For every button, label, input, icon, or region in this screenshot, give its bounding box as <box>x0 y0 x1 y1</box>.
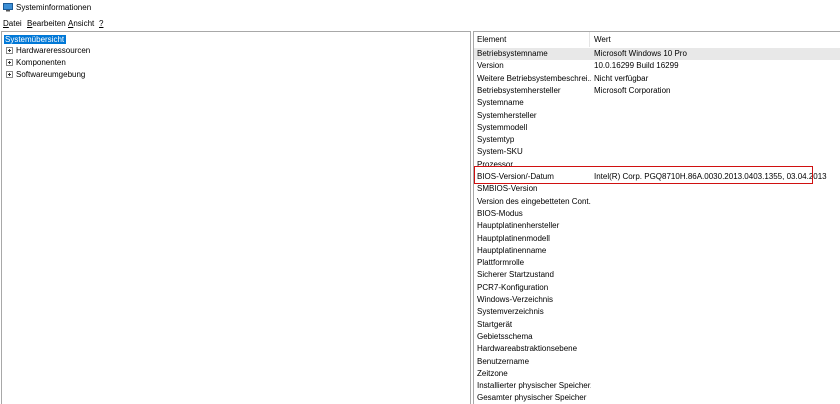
menu-ansicht[interactable]: Ansicht <box>68 19 94 29</box>
row-element: Installierter physischer Speicher... <box>477 381 591 391</box>
row-element: Hauptplatinenname <box>477 245 547 255</box>
row-element: Systemverzeichnis <box>477 307 544 317</box>
row-element: Betriebsystemname <box>477 49 548 58</box>
table-row[interactable]: Version des eingebetteten Cont... <box>474 196 840 208</box>
system-information-icon <box>3 3 13 12</box>
row-element: Version des eingebetteten Cont... <box>477 196 591 206</box>
table-row[interactable]: Weitere Betriebsystembeschrei... Nicht ve… <box>474 73 840 85</box>
title-bar: Systeminformationen <box>0 0 840 17</box>
row-element: Windows-Verzeichnis <box>477 295 554 304</box>
tree-item-komponenten[interactable]: Komponenten <box>6 57 66 68</box>
row-element: Systemtyp <box>477 135 515 145</box>
menu-bearbeiten[interactable]: Bearbeiten <box>27 19 66 29</box>
table-row[interactable]: Betriebsystemhersteller Microsoft Corpora… <box>474 85 840 97</box>
table-row[interactable]: Benutzername <box>474 356 840 368</box>
tree-item-label: Komponenten <box>16 58 66 67</box>
row-value: Nicht verfügbar <box>594 73 649 83</box>
row-element: Hauptplatinenmodell <box>477 233 550 243</box>
row-value: Microsoft Corporation <box>594 85 671 95</box>
table-row[interactable]: Hauptplatinenhersteller <box>474 220 840 232</box>
row-element: Version <box>477 61 504 71</box>
expand-icon[interactable] <box>6 47 13 54</box>
row-element: Sicherer Startzustand <box>477 270 554 280</box>
row-element: Systemname <box>477 98 524 108</box>
tree-item-systemuebersicht[interactable]: Systemübersicht <box>4 34 67 45</box>
row-element: Systemmodell <box>477 122 528 132</box>
table-row[interactable]: Hardwareabstraktionsebene <box>474 343 840 355</box>
row-value: 10.0.16299 Build 16299 <box>594 61 679 71</box>
table-row[interactable]: Hauptplatinenname <box>474 245 840 257</box>
table-row[interactable]: Version 10.0.16299 Build 16299 <box>474 60 840 72</box>
row-element: BIOS-Modus <box>477 208 523 218</box>
row-element: Systemhersteller <box>477 110 537 120</box>
table-row[interactable]: Installierter physischer Speicher... <box>474 380 840 392</box>
row-element: Weitere Betriebsystembeschrei... <box>477 73 591 83</box>
row-value: Microsoft Windows 10 Pro <box>594 49 687 58</box>
column-header-wert[interactable]: Wert <box>594 35 611 45</box>
tree-item-hardwareressourcen[interactable]: Hardwareressourcen <box>6 45 90 56</box>
table-row[interactable]: Gebietsschema <box>474 331 840 343</box>
row-element: Gebietsschema <box>477 331 533 341</box>
window-title: Systeminformationen <box>16 3 92 12</box>
table-row[interactable]: Plattformrolle <box>474 257 840 269</box>
table-row[interactable]: Hauptplatinenmodell <box>474 233 840 245</box>
tree-item-label: Softwareumgebung <box>16 70 86 79</box>
table-row[interactable]: Systemverzeichnis <box>474 306 840 318</box>
table-row[interactable]: Sicherer Startzustand <box>474 269 840 281</box>
table-row[interactable]: Gesamter physischer Speicher <box>474 392 840 404</box>
table-row[interactable]: Betriebsystemname Microsoft Windows 10 Pr… <box>474 48 840 60</box>
table-row[interactable]: System-SKU <box>474 146 840 158</box>
tree-item-softwareumgebung[interactable]: Softwareumgebung <box>6 69 85 80</box>
table-row[interactable]: Startgerät <box>474 319 840 331</box>
row-element: SMBIOS-Version <box>477 184 538 194</box>
column-divider[interactable] <box>589 32 590 47</box>
row-element: Hardwareabstraktionsebene <box>477 344 578 354</box>
row-element: Hauptplatinenhersteller <box>477 221 560 231</box>
table-row[interactable]: Systemmodell <box>474 122 840 134</box>
table-row[interactable]: Systemname <box>474 97 840 109</box>
tree-item-label: Hardwareressourcen <box>16 46 91 55</box>
category-tree[interactable]: Systemübersicht Hardwareressourcen Kompo… <box>1 31 471 404</box>
table-row[interactable]: Systemtyp <box>474 134 840 146</box>
table-row[interactable]: BIOS-Modus <box>474 208 840 220</box>
tree-item-label: Systemübersicht <box>4 35 67 44</box>
menu-help[interactable]: ? <box>99 19 103 29</box>
row-element: Benutzername <box>477 356 530 366</box>
row-element: Startgerät <box>477 319 513 329</box>
table-row[interactable]: Zeitzone <box>474 368 840 380</box>
menu-datei[interactable]: Datei <box>3 19 22 29</box>
column-header-element[interactable]: Element <box>477 35 506 45</box>
expand-icon[interactable] <box>6 59 13 66</box>
expand-icon[interactable] <box>6 71 13 78</box>
details-list[interactable]: Element Wert Betriebsystemname Microsoft … <box>473 31 840 404</box>
row-element: Gesamter physischer Speicher <box>477 393 587 403</box>
row-element: Betriebsystemhersteller <box>477 85 561 95</box>
row-element: System-SKU <box>477 147 523 157</box>
row-element: PCR7-Konfiguration <box>477 282 549 292</box>
row-element: Plattformrolle <box>477 258 525 268</box>
highlight-annotation <box>474 166 813 184</box>
row-element: Zeitzone <box>477 368 508 378</box>
table-row[interactable]: SMBIOS-Version <box>474 183 840 195</box>
table-row[interactable]: PCR7-Konfiguration <box>474 282 840 294</box>
table-row[interactable]: Windows-Verzeichnis <box>474 294 840 306</box>
list-header: Element Wert <box>474 32 840 47</box>
menu-bar: Datei Bearbeiten Ansicht ? <box>0 18 840 30</box>
table-row[interactable]: Systemhersteller <box>474 110 840 122</box>
